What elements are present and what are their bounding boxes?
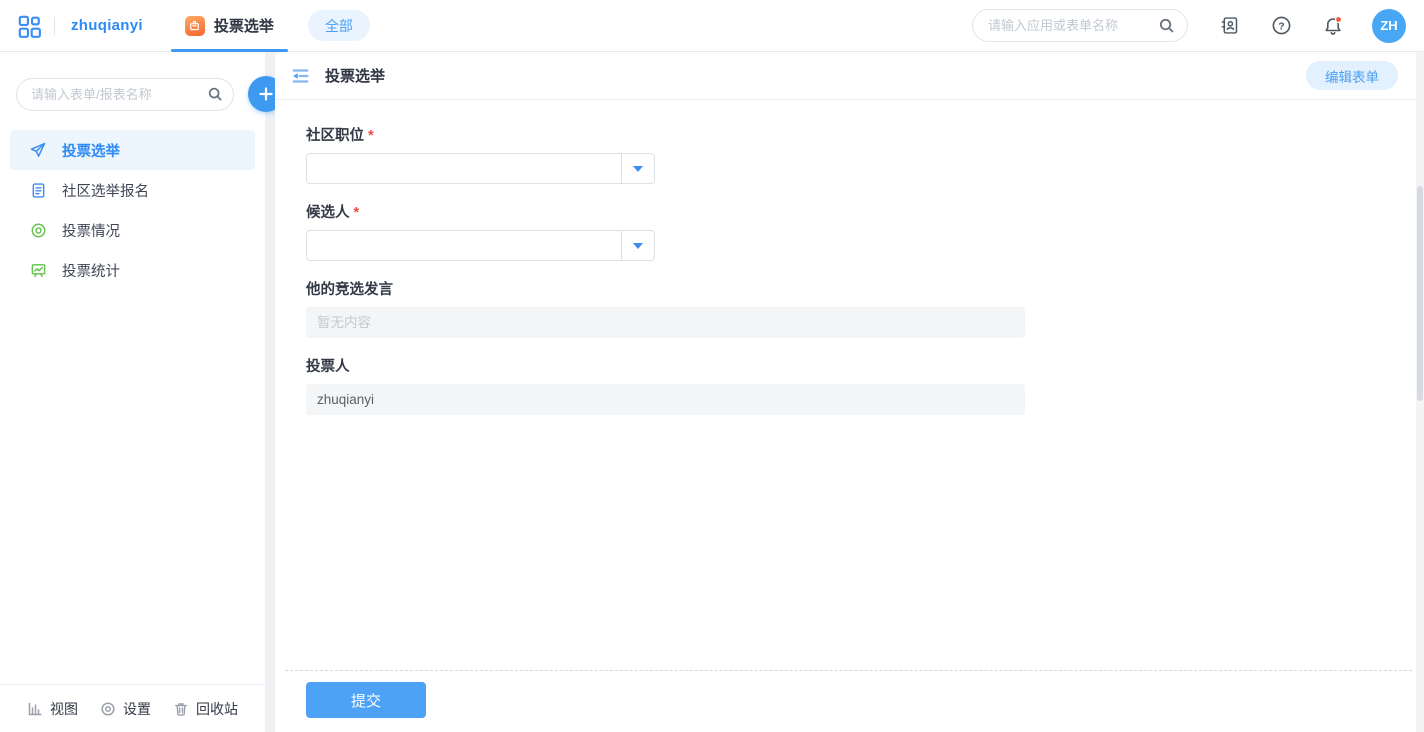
- required-mark: *: [354, 205, 360, 221]
- notification-bell-icon[interactable]: [1322, 15, 1344, 37]
- paper-plane-icon: [29, 141, 47, 159]
- field-label-voter: 投票人: [306, 357, 1424, 377]
- submit-button[interactable]: 提交: [306, 682, 426, 718]
- caret-down-icon: [633, 243, 643, 249]
- header-divider: [54, 17, 55, 35]
- trash-icon: [173, 701, 189, 717]
- sidebar-item-registration[interactable]: 社区选举报名: [10, 170, 255, 210]
- sidebar-footer: 视图 设置 回收站: [0, 684, 265, 732]
- sidebar-item-label: 投票情况: [62, 220, 120, 241]
- recycle-bin-button[interactable]: 回收站: [173, 699, 238, 719]
- candidate-select[interactable]: [306, 230, 655, 261]
- settings-button[interactable]: 设置: [100, 699, 151, 719]
- target-icon: [29, 221, 47, 239]
- ballot-box-app-icon: [185, 16, 205, 36]
- form-header: 投票选举 编辑表单: [275, 52, 1424, 100]
- scrollbar-track[interactable]: [1416, 52, 1424, 732]
- tab-vote-election[interactable]: 投票选举: [169, 0, 290, 52]
- recycle-bin-label: 回收站: [196, 699, 238, 719]
- form-search[interactable]: [16, 78, 234, 111]
- apps-grid-icon[interactable]: [14, 11, 44, 41]
- presentation-chart-icon: [29, 261, 47, 279]
- bar-chart-icon: [27, 701, 43, 717]
- top-header: zhuqianyi 投票选举 全部: [0, 0, 1424, 52]
- field-label-speech: 他的竞选发言: [306, 280, 1424, 300]
- search-icon[interactable]: [207, 86, 223, 102]
- all-filter-button[interactable]: 全部: [308, 10, 370, 41]
- sidebar-item-vote-status[interactable]: 投票情况: [10, 210, 255, 250]
- required-mark: *: [368, 128, 374, 144]
- views-label: 视图: [50, 699, 78, 719]
- dropdown-caret-section[interactable]: [621, 231, 654, 260]
- search-icon[interactable]: [1158, 17, 1175, 34]
- sidebar: 投票选举 社区选举报名 投票情况: [0, 52, 265, 732]
- submit-bar: 提交: [285, 670, 1412, 732]
- field-label-text: 投票人: [306, 359, 350, 375]
- main-panel: 投票选举 编辑表单 社区职位* 候选人* 他的竞选发言 投票人: [275, 52, 1424, 732]
- tab-label: 投票选举: [214, 15, 274, 36]
- settings-label: 设置: [123, 699, 151, 719]
- sidebar-item-label: 社区选举报名: [62, 180, 149, 201]
- sidebar-item-label: 投票选举: [62, 140, 120, 161]
- form-title: 投票选举: [325, 65, 385, 86]
- candidate-select-value: [307, 231, 621, 260]
- global-search-input[interactable]: [988, 18, 1158, 33]
- document-icon: [29, 181, 47, 199]
- svg-text:?: ?: [1278, 20, 1284, 32]
- field-label-text: 社区职位: [306, 128, 364, 144]
- collapse-sidebar-icon[interactable]: [288, 64, 312, 88]
- caret-down-icon: [633, 166, 643, 172]
- user-avatar[interactable]: ZH: [1372, 9, 1406, 43]
- dropdown-caret-section[interactable]: [621, 154, 654, 183]
- sidebar-item-label: 投票统计: [62, 260, 120, 281]
- workspace-username[interactable]: zhuqianyi: [71, 17, 143, 34]
- field-label-text: 候选人: [306, 205, 350, 221]
- speech-field: [306, 307, 1025, 338]
- sidebar-search-row: [0, 52, 265, 126]
- position-select[interactable]: [306, 153, 655, 184]
- header-right-cluster: ? ZH: [972, 9, 1406, 43]
- global-search[interactable]: [972, 9, 1188, 42]
- sidebar-item-vote-stats[interactable]: 投票统计: [10, 250, 255, 290]
- help-icon[interactable]: ?: [1270, 15, 1292, 37]
- active-tab-indicator: [171, 49, 288, 52]
- views-button[interactable]: 视图: [27, 699, 78, 719]
- field-label-position: 社区职位*: [306, 126, 1424, 146]
- gear-icon: [100, 701, 116, 717]
- edit-form-button[interactable]: 编辑表单: [1306, 61, 1398, 90]
- sidebar-item-vote-election[interactable]: 投票选举: [10, 130, 255, 170]
- field-label-candidate: 候选人*: [306, 203, 1424, 223]
- contacts-icon[interactable]: [1218, 15, 1240, 37]
- voter-field: [306, 384, 1025, 415]
- field-label-text: 他的竞选发言: [306, 282, 393, 298]
- form-search-input[interactable]: [31, 87, 207, 102]
- form-area: 社区职位* 候选人* 他的竞选发言 投票人: [275, 126, 1424, 415]
- position-select-value: [307, 154, 621, 183]
- scrollbar-thumb[interactable]: [1417, 186, 1423, 401]
- sidebar-menu: 投票选举 社区选举报名 投票情况: [0, 126, 265, 290]
